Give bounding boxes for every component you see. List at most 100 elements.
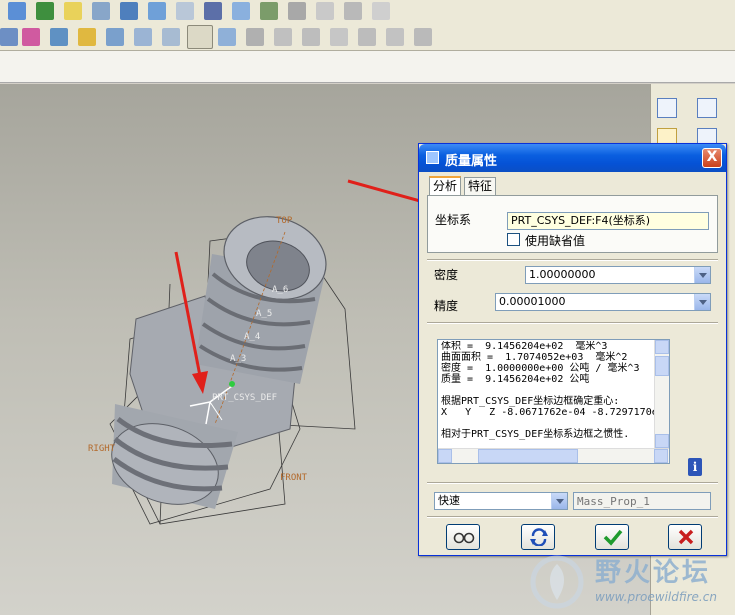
dimension-icon[interactable] bbox=[358, 28, 376, 46]
top-label: TOP bbox=[276, 216, 293, 226]
datum-point-icon[interactable] bbox=[92, 2, 110, 20]
layer-icon[interactable] bbox=[288, 2, 306, 20]
divider bbox=[427, 516, 718, 518]
cylinder-icon[interactable] bbox=[106, 28, 124, 46]
xf-icon[interactable] bbox=[386, 28, 404, 46]
results-line bbox=[441, 385, 659, 396]
use-default-label: 使用缺省值 bbox=[525, 234, 586, 248]
curve-icon[interactable] bbox=[0, 28, 18, 46]
close-button[interactable]: X bbox=[702, 148, 722, 168]
barb-section bbox=[195, 216, 327, 384]
use-default-checkbox[interactable] bbox=[507, 233, 520, 246]
x-icon bbox=[678, 529, 694, 545]
cup-icon[interactable] bbox=[176, 2, 194, 20]
axis-label-a3: A_3 bbox=[230, 354, 247, 364]
person-icon[interactable] bbox=[232, 2, 250, 20]
density-combo[interactable]: 1.00000000 bbox=[525, 266, 711, 284]
results-line: 质量 = 9.1456204e+02 公吨 bbox=[441, 374, 590, 385]
precision-label: 精度 bbox=[434, 299, 459, 313]
tab-feature[interactable]: 特征 bbox=[464, 177, 497, 196]
precision-value: 0.00001000 bbox=[499, 295, 566, 308]
cancel-button[interactable] bbox=[668, 524, 702, 550]
teapot-icon[interactable] bbox=[148, 2, 166, 20]
repeat-button[interactable] bbox=[521, 524, 555, 550]
precision-combo[interactable]: 0.00001000 bbox=[495, 293, 711, 311]
toolbar-row-1 bbox=[0, 0, 735, 23]
divider bbox=[427, 322, 718, 324]
preview-button[interactable] bbox=[446, 524, 480, 550]
chevron-down-icon[interactable] bbox=[694, 294, 710, 310]
info-icon[interactable]: i bbox=[688, 458, 702, 476]
window-icon bbox=[426, 151, 439, 164]
sketch-curve-icon[interactable] bbox=[657, 98, 677, 118]
results-line: 密度 = 1.0000000e+00 公吨 / 毫米^3 bbox=[441, 363, 640, 374]
dialog-titlebar[interactable]: 质量属性 X bbox=[419, 144, 726, 172]
right-label: RIGHT bbox=[88, 444, 116, 454]
shelf-icon[interactable] bbox=[414, 28, 432, 46]
sketch-icon[interactable] bbox=[8, 2, 26, 20]
mass-properties-icon[interactable] bbox=[187, 25, 213, 49]
ruler-icon[interactable] bbox=[134, 28, 152, 46]
glasses-icon bbox=[453, 532, 475, 544]
mode-value: 快速 bbox=[438, 494, 460, 507]
bubbles-icon[interactable] bbox=[246, 28, 264, 46]
ship-icon[interactable] bbox=[50, 28, 68, 46]
grid-icon[interactable] bbox=[274, 28, 292, 46]
results-text: 体积 = 9.1456204e+02 毫米^3 曲面面积 = 1.7074052e… bbox=[441, 341, 659, 440]
block-icon[interactable] bbox=[78, 28, 96, 46]
beaker-icon[interactable] bbox=[162, 28, 180, 46]
lightbulb-icon[interactable] bbox=[64, 2, 82, 20]
ok-button[interactable] bbox=[595, 524, 629, 550]
datum-icon[interactable] bbox=[697, 98, 717, 118]
mode-combo[interactable]: 快速 bbox=[434, 492, 568, 510]
wave-icon[interactable] bbox=[218, 28, 236, 46]
datum-plane-icon[interactable] bbox=[36, 2, 54, 20]
vertical-scrollbar[interactable] bbox=[654, 340, 669, 449]
theta-icon[interactable] bbox=[302, 28, 320, 46]
density-label: 密度 bbox=[434, 268, 459, 282]
results-line: 相对于PRT_CSYS_DEF坐标系边框之惯性. bbox=[441, 429, 630, 440]
coord-system-label: 坐标系 bbox=[435, 213, 472, 227]
results-line: 根据PRT_CSYS_DEF坐标边框确定重心: bbox=[441, 396, 620, 407]
dialog-title: 质量属性 bbox=[445, 154, 498, 169]
pie-icon[interactable] bbox=[22, 28, 40, 46]
scroll-up-icon[interactable] bbox=[655, 340, 669, 354]
watermark: 野火论坛 www.proewildfire.cn bbox=[525, 548, 735, 615]
results-text-area[interactable]: 体积 = 9.1456204e+02 毫米^3 曲面面积 = 1.7074052e… bbox=[437, 339, 670, 464]
mass-properties-dialog: 质量属性 X 分析 特征 坐标系 PRT_CSYS_DEF:F4(坐标系) 使用… bbox=[418, 143, 727, 556]
scroll-thumb[interactable] bbox=[655, 356, 669, 376]
chevron-down-icon[interactable] bbox=[694, 267, 710, 283]
view-icon[interactable] bbox=[204, 2, 222, 20]
front-label: FRONT bbox=[280, 473, 308, 483]
gear-icon[interactable] bbox=[316, 2, 334, 20]
results-line: X Y Z -8.0671762e-04 -8.7297170e bbox=[441, 407, 658, 418]
divider bbox=[427, 259, 718, 261]
settings-icon[interactable] bbox=[372, 2, 390, 20]
repeat-icon bbox=[530, 528, 548, 546]
watermark-title: 野火论坛 bbox=[595, 558, 712, 588]
results-line: 体积 = 9.1456204e+02 毫米^3 bbox=[441, 341, 608, 352]
tab-analysis[interactable]: 分析 bbox=[429, 176, 462, 195]
chevron-down-icon[interactable] bbox=[551, 493, 567, 509]
watermark-logo-icon bbox=[530, 555, 584, 609]
coord-system-field[interactable]: PRT_CSYS_DEF:F4(坐标系) bbox=[507, 212, 709, 230]
check-icon bbox=[603, 529, 623, 546]
scroll-left-icon[interactable] bbox=[438, 449, 452, 463]
scroll-thumb[interactable] bbox=[478, 449, 578, 463]
axis-label-a4: A_4 bbox=[244, 332, 261, 342]
horizontal-scrollbar[interactable] bbox=[438, 448, 669, 463]
eye-icon[interactable] bbox=[344, 2, 362, 20]
divider bbox=[427, 482, 718, 484]
analysis-name-field[interactable] bbox=[573, 492, 711, 510]
results-line bbox=[441, 418, 659, 429]
globe-icon[interactable] bbox=[120, 2, 138, 20]
triangle-icon[interactable] bbox=[330, 28, 348, 46]
csys-label: PRT_CSYS_DEF bbox=[212, 393, 278, 403]
scroll-right-icon[interactable] bbox=[654, 449, 668, 463]
scroll-down-icon[interactable] bbox=[655, 434, 669, 448]
results-line: 曲面面积 = 1.7074052e+03 毫米^2 bbox=[441, 352, 628, 363]
density-value: 1.00000000 bbox=[529, 268, 596, 281]
toolbar-row-2 bbox=[0, 23, 735, 51]
analysis-tab-panel: 坐标系 PRT_CSYS_DEF:F4(坐标系) 使用缺省值 bbox=[427, 195, 718, 253]
magnifier-icon[interactable] bbox=[260, 2, 278, 20]
